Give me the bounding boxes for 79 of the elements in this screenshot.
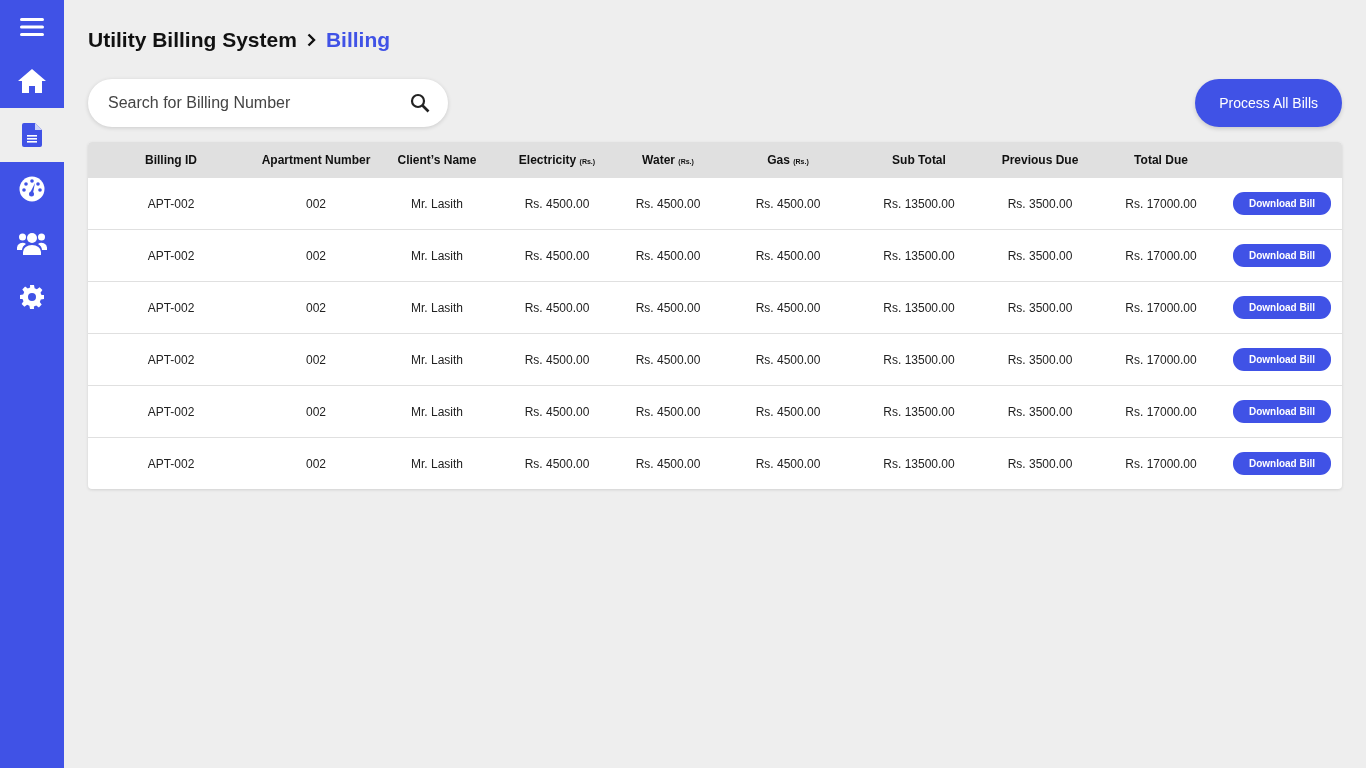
document-icon	[22, 123, 42, 147]
table-cell: Rs. 13500.00	[883, 456, 955, 471]
table-cell: Rs. 4500.00	[524, 456, 590, 471]
table-cell: 002	[306, 352, 326, 367]
table-cell: Rs. 3500.00	[1007, 196, 1073, 211]
download-bill-button[interactable]: Download Bill	[1232, 192, 1332, 215]
table-cell: Mr. Lasith	[411, 352, 463, 367]
download-bill-button[interactable]: Download Bill	[1232, 400, 1332, 423]
table-cell: Rs. 4500.00	[524, 352, 590, 367]
column-header: Apartment Number	[261, 152, 371, 167]
gauge-icon	[19, 176, 45, 202]
download-bill-button[interactable]: Download Bill	[1232, 244, 1332, 267]
table-cell: Rs. 4500.00	[755, 404, 821, 419]
table-cell: Rs. 4500.00	[755, 196, 821, 211]
process-all-bills-button[interactable]: Process All Bills	[1195, 79, 1342, 127]
table-cell: Rs. 4500.00	[635, 456, 701, 471]
table-cell: Rs. 13500.00	[883, 248, 955, 263]
table-cell: Rs. 17000.00	[1125, 248, 1197, 263]
table-cell: 002	[306, 196, 326, 211]
home-icon	[18, 69, 46, 93]
table-cell: APT-002	[147, 456, 195, 471]
download-bill-button[interactable]: Download Bill	[1232, 348, 1332, 371]
column-header: Billing ID	[145, 152, 197, 167]
table-cell: Rs. 4500.00	[635, 352, 701, 367]
table-cell: Mr. Lasith	[411, 248, 463, 263]
download-bill-button[interactable]: Download Bill	[1232, 296, 1332, 319]
table-cell: Rs. 3500.00	[1007, 300, 1073, 315]
table-cell: Rs. 4500.00	[524, 404, 590, 419]
column-header: Sub Total	[892, 152, 946, 167]
sidebar-item[interactable]	[0, 108, 64, 162]
download-bill-button[interactable]: Download Bill	[1232, 452, 1332, 475]
table-cell: Rs. 4500.00	[755, 456, 821, 471]
table-cell: Mr. Lasith	[411, 300, 463, 315]
table-cell: Rs. 13500.00	[883, 352, 955, 367]
table-cell: 002	[306, 248, 326, 263]
column-header: Total Due	[1134, 152, 1188, 167]
chevron-right-icon	[306, 33, 316, 47]
table-cell: Mr. Lasith	[411, 196, 463, 211]
search-field[interactable]: Search for Billing Number	[88, 79, 448, 127]
breadcrumb-item: Billing	[325, 28, 391, 52]
table-cell: Mr. Lasith	[411, 456, 463, 471]
table-cell: Rs. 13500.00	[883, 196, 955, 211]
table-cell: Rs. 3500.00	[1007, 248, 1073, 263]
table-cell: Rs. 4500.00	[524, 196, 590, 211]
table-cell: Rs. 4500.00	[524, 248, 590, 263]
table-cell: Rs. 4500.00	[755, 300, 821, 315]
table-cell: Rs. 4500.00	[755, 248, 821, 263]
settings-icon	[20, 285, 44, 309]
table-cell: Rs. 13500.00	[883, 300, 955, 315]
table-cell: Rs. 4500.00	[524, 300, 590, 315]
table-cell: Rs. 4500.00	[635, 404, 701, 419]
column-header: Previous Due	[1001, 152, 1079, 167]
table-cell: Rs. 17000.00	[1125, 404, 1197, 419]
table-cell: 002	[306, 404, 326, 419]
table-cell: Rs. 3500.00	[1007, 404, 1073, 419]
table-cell: Rs. 3500.00	[1007, 456, 1073, 471]
table-cell: Rs. 3500.00	[1007, 352, 1073, 367]
table-cell: Rs. 4500.00	[635, 300, 701, 315]
table-cell: APT-002	[147, 248, 195, 263]
table-cell: APT-002	[147, 300, 195, 315]
table-cell: Rs. 4500.00	[635, 248, 701, 263]
menu-icon[interactable]	[20, 17, 44, 37]
table-cell: APT-002	[147, 352, 195, 367]
table-cell: 002	[306, 456, 326, 471]
table-cell: Rs. 17000.00	[1125, 352, 1197, 367]
search-icon[interactable]	[410, 93, 430, 113]
users-icon	[17, 231, 47, 255]
table-cell: Rs. 13500.00	[883, 404, 955, 419]
table-cell: Rs. 17000.00	[1125, 196, 1197, 211]
breadcrumb-item[interactable]: Utility Billing System	[88, 28, 297, 52]
table-cell: Rs. 4500.00	[755, 352, 821, 367]
table-cell: 002	[306, 300, 326, 315]
table-cell: APT-002	[147, 404, 195, 419]
table-cell: Rs. 17000.00	[1125, 300, 1197, 315]
column-header: Client’s Name	[397, 152, 477, 167]
table-cell: Rs. 4500.00	[635, 196, 701, 211]
table-cell: Rs. 17000.00	[1125, 456, 1197, 471]
table-cell: APT-002	[147, 196, 195, 211]
table-cell: Mr. Lasith	[411, 404, 463, 419]
